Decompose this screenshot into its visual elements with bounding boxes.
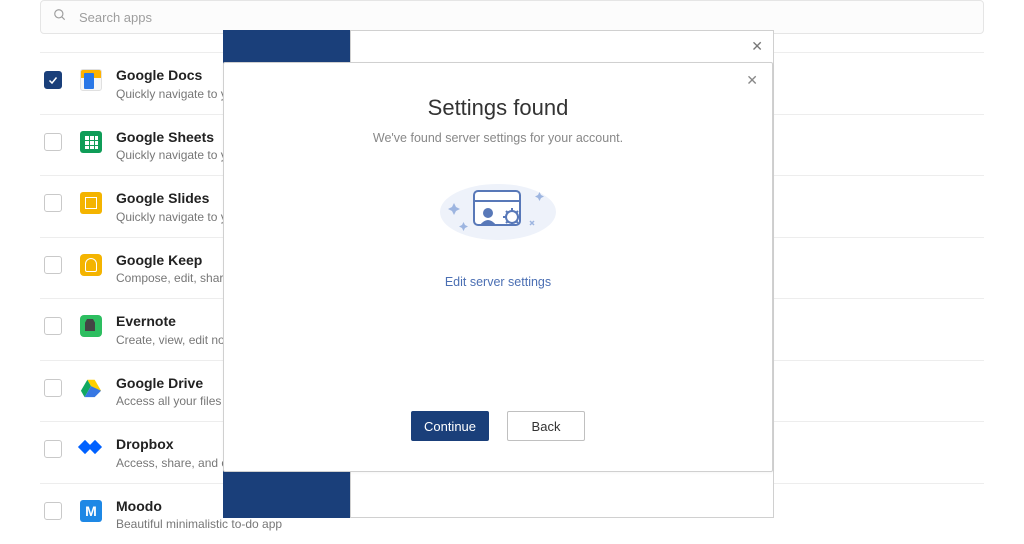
app-checkbox[interactable] (44, 317, 62, 335)
app-checkbox[interactable] (44, 440, 62, 458)
dropbox-icon (80, 438, 102, 460)
app-checkbox[interactable] (44, 133, 62, 151)
search-bar[interactable] (40, 0, 984, 34)
evernote-icon (80, 315, 102, 337)
app-checkbox[interactable] (44, 379, 62, 397)
app-checkbox[interactable] (44, 194, 62, 212)
back-button[interactable]: Back (507, 411, 585, 441)
google-drive-icon (80, 377, 102, 399)
app-checkbox[interactable] (44, 502, 62, 520)
dialog-subtitle: We've found server settings for your acc… (373, 131, 623, 145)
dialog-title: Settings found (428, 95, 569, 121)
google-slides-icon (80, 192, 102, 214)
close-icon[interactable]: ✕ (751, 39, 763, 53)
google-docs-icon (80, 69, 102, 91)
close-icon[interactable]: ✕ (746, 73, 758, 87)
edit-server-settings-link[interactable]: Edit server settings (445, 275, 551, 289)
settings-illustration-icon (418, 167, 578, 247)
search-icon (53, 8, 67, 27)
moodo-icon: M (80, 500, 102, 522)
continue-button[interactable]: Continue (411, 411, 489, 441)
google-sheets-icon (80, 131, 102, 153)
settings-found-dialog: ✕ Settings found We've found server sett… (223, 62, 773, 472)
app-checkbox[interactable] (44, 71, 62, 89)
search-input[interactable] (77, 9, 971, 26)
app-subtitle: Beautiful minimalistic to-do app (116, 517, 282, 532)
google-keep-icon (80, 254, 102, 276)
app-checkbox[interactable] (44, 256, 62, 274)
